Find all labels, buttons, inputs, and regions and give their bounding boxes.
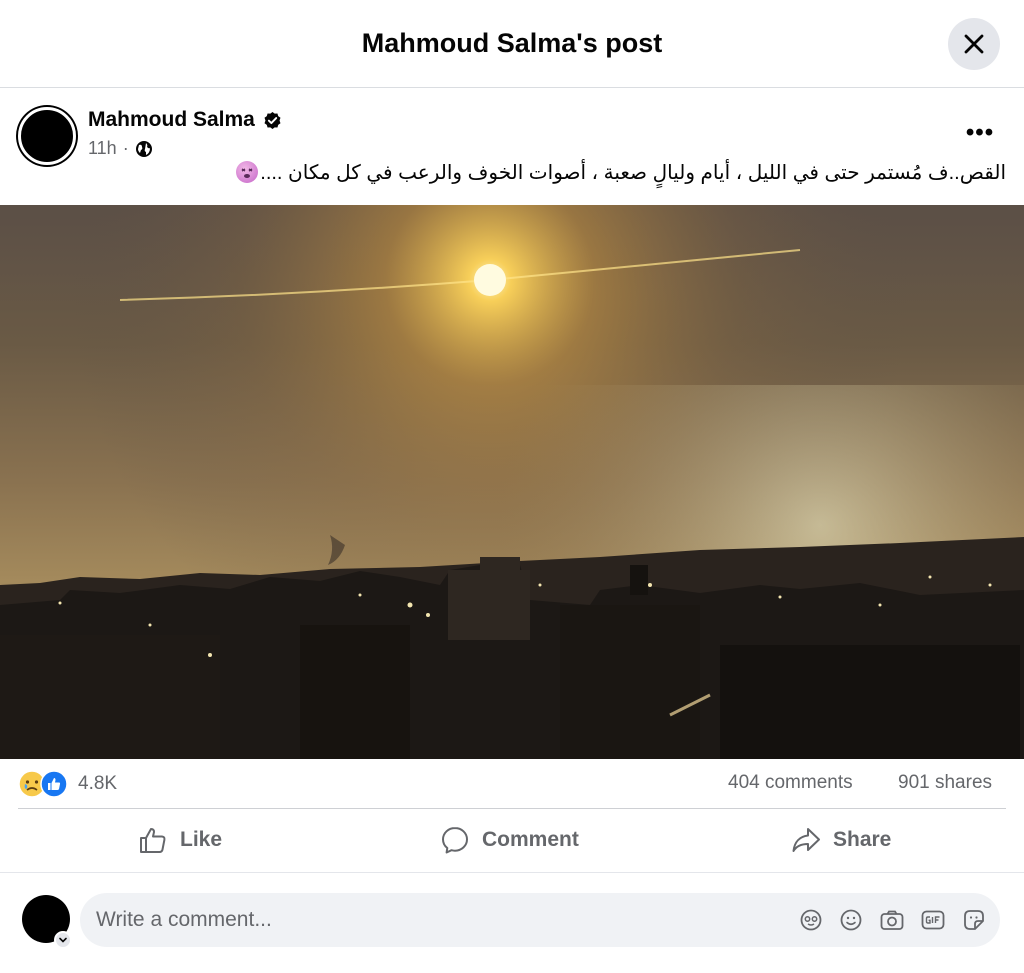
gif-icon (921, 910, 945, 930)
night-sky-flare-scene (0, 205, 1024, 759)
dizzy-face-emoji-icon (236, 161, 259, 183)
post-meta: 11h · (88, 138, 153, 159)
author-name[interactable]: Mahmoud Salma (88, 108, 255, 132)
sticker-button[interactable] (961, 907, 987, 933)
like-label: Like (180, 828, 223, 851)
dialog-title: Mahmoud Salma's post (361, 28, 663, 58)
comment-button[interactable]: Comment (440, 818, 579, 862)
more-icon: ••• (965, 119, 995, 146)
camera-icon (880, 910, 904, 930)
like-button[interactable]: Like (138, 818, 222, 862)
chevron-down-icon (59, 937, 67, 943)
share-label: Share (833, 828, 892, 851)
post-time[interactable]: 11h (88, 138, 117, 159)
comments-count[interactable]: 404 comments (728, 772, 853, 794)
avatar-sticker-button[interactable] (798, 907, 824, 933)
globe-icon (135, 140, 152, 157)
stats-divider (18, 808, 1006, 809)
shares-count[interactable]: 901 shares (898, 772, 992, 794)
reaction-count: 4.8K (78, 773, 118, 794)
comment-icon (442, 827, 468, 854)
share-button[interactable]: Share (791, 818, 891, 862)
author-name-row: Mahmoud Salma (88, 108, 282, 132)
share-icon (792, 828, 820, 852)
avatar-sticker-icon (800, 909, 822, 931)
close-button[interactable] (948, 18, 1000, 70)
actions-divider (0, 872, 1024, 873)
verified-badge-icon (264, 111, 281, 129)
post-dialog-header: Mahmoud Salma's post (0, 0, 1024, 88)
emoji-icon (840, 909, 862, 931)
meta-separator: · (122, 138, 129, 158)
post-text: القص..ف مُستمر حتى في الليل ، أيام وليال… (260, 162, 1006, 184)
photo-button[interactable] (879, 907, 905, 933)
sticker-icon (964, 910, 984, 930)
post-text-row: القص..ف مُستمر حتى في الليل ، أيام وليال… (236, 160, 1006, 185)
comment-composer (80, 893, 1000, 947)
post-photo[interactable] (0, 205, 1024, 759)
comment-input[interactable] (96, 893, 776, 947)
author-avatar[interactable] (18, 107, 76, 165)
emoji-button[interactable] (838, 907, 864, 933)
profile-switch-button[interactable] (54, 931, 72, 949)
like-icon (140, 828, 166, 853)
gif-button[interactable] (920, 907, 946, 933)
close-icon (964, 34, 984, 54)
post-options-button[interactable]: ••• (958, 118, 1002, 148)
comment-label: Comment (482, 828, 579, 851)
reactions-summary[interactable]: 4.8K (18, 770, 117, 798)
like-reaction-icon (40, 770, 68, 798)
